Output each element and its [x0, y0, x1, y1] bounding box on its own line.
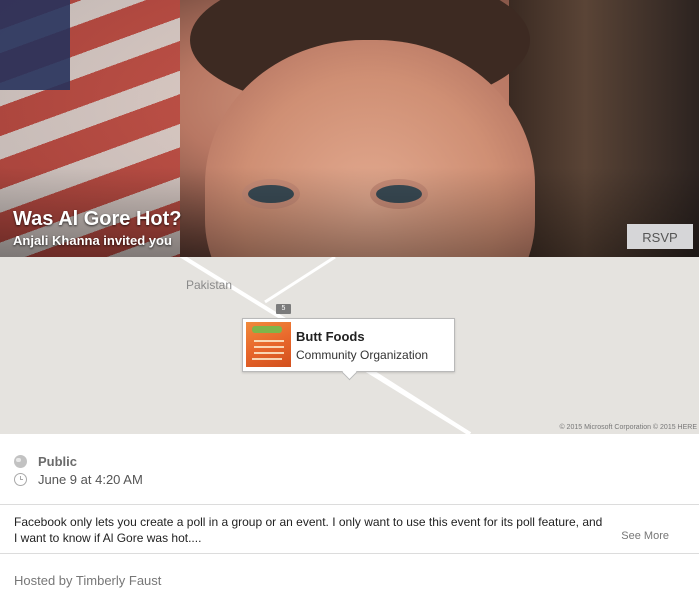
datetime-row: June 9 at 4:20 AM: [14, 470, 143, 488]
map-copyright: © 2015 Microsoft Corporation © 2015 HERE: [559, 424, 697, 431]
place-name[interactable]: Butt Foods: [296, 329, 365, 344]
clock-icon: [14, 472, 27, 486]
hosted-by[interactable]: Hosted by Timberly Faust: [14, 573, 161, 588]
map-place-pin[interactable]: Butt Foods Community Organization: [242, 318, 455, 372]
privacy-row: Public: [14, 452, 77, 470]
rsvp-button[interactable]: RSVP: [627, 224, 693, 249]
privacy-label: Public: [38, 453, 78, 469]
event-map[interactable]: Pakistan 5 Butt Foods Community Organiza…: [0, 257, 699, 434]
event-description: Facebook only lets you create a poll in …: [0, 505, 699, 554]
event-info-section: Public June 9 at 4:20 AM: [0, 434, 699, 505]
description-text: Facebook only lets you create a poll in …: [14, 515, 603, 545]
invited-by-text[interactable]: Anjali Khanna invited you: [13, 233, 172, 248]
see-more-link[interactable]: See More: [621, 530, 669, 542]
globe-icon: [14, 454, 27, 468]
thumbnail-logo: [252, 326, 282, 333]
place-thumbnail: [246, 322, 291, 367]
event-datetime: June 9 at 4:20 AM: [38, 471, 143, 487]
place-category: Community Organization: [296, 348, 429, 362]
map-region-label: Pakistan: [186, 278, 233, 292]
event-title: Was Al Gore Hot?: [13, 208, 182, 230]
flag-canton: [0, 0, 70, 90]
thumbnail-text-art: [254, 340, 284, 342]
road-number-badge: 5: [276, 304, 291, 314]
